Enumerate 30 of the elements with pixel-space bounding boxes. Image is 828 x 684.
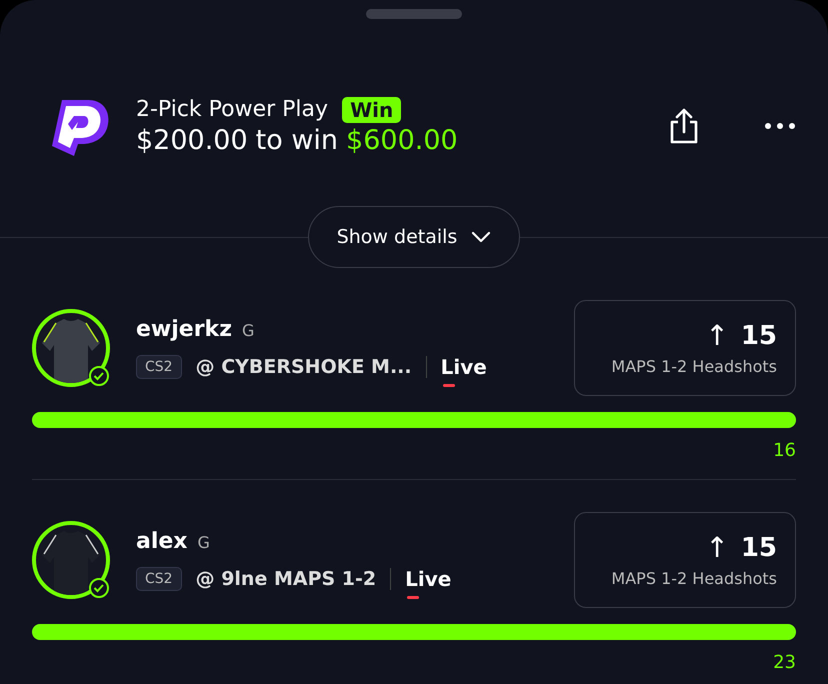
actual-value: 16 xyxy=(773,440,796,461)
live-indicator xyxy=(442,384,455,386)
live-indicator xyxy=(407,596,420,598)
to-win-label: to win xyxy=(256,124,338,156)
line-value: 15 xyxy=(740,320,777,350)
stat-label: MAPS 1-2 Headshots xyxy=(611,568,777,588)
chevron-down-icon xyxy=(471,231,492,243)
arrow-glyph: ↑ xyxy=(705,532,729,562)
player-name: alex xyxy=(136,528,188,554)
matchup-text: @ 9lne MAPS 1-2 xyxy=(196,568,376,590)
share-icon[interactable] xyxy=(668,108,700,144)
matchup-text: @ CYBERSHOKE M... xyxy=(196,356,412,378)
payout-amount: $600.00 xyxy=(346,124,458,156)
live-status: Live xyxy=(405,566,452,592)
line-value: 15 xyxy=(740,532,777,562)
stake-amount: $200.00 xyxy=(136,124,248,156)
player-position: G xyxy=(198,532,210,552)
player-name: ewjerkz xyxy=(136,316,232,342)
live-status: Live xyxy=(440,354,487,380)
league-tag: CS2 xyxy=(136,566,182,590)
actual-value: 23 xyxy=(773,652,796,673)
more-icon[interactable] xyxy=(764,122,796,130)
entry-title: 2-Pick Power Play xyxy=(136,97,328,122)
stat-label: MAPS 1-2 Headshots xyxy=(611,356,777,376)
win-badge: Win xyxy=(342,96,402,122)
player-position: G xyxy=(242,320,254,340)
show-details-button[interactable]: Show details xyxy=(308,206,520,268)
arrow-glyph: ↑ xyxy=(705,320,729,350)
drag-handle[interactable] xyxy=(366,9,462,19)
league-tag: CS2 xyxy=(136,354,182,378)
